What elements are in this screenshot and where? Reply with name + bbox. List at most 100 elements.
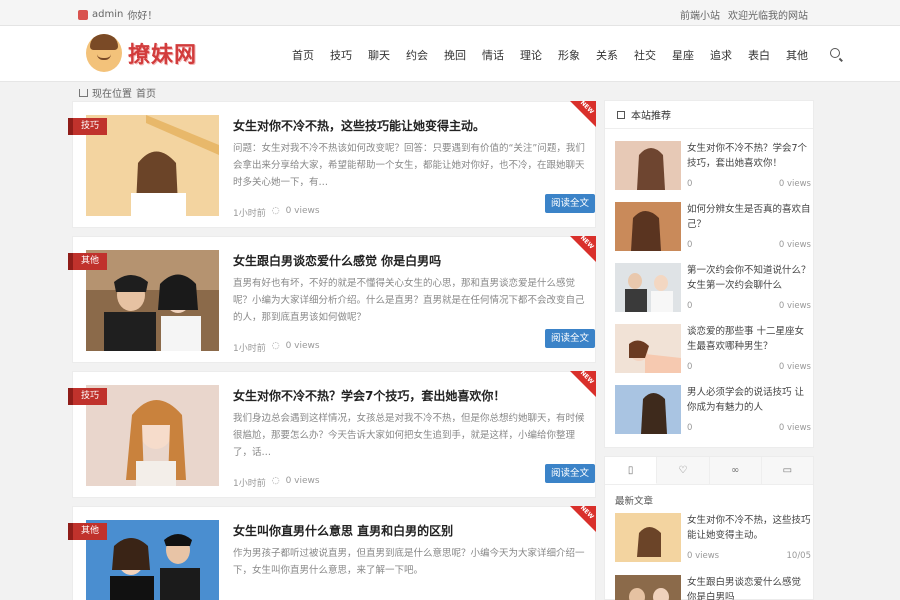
side-item-views: 0 views: [778, 179, 811, 189]
tab-random[interactable]: ∞: [709, 457, 762, 484]
like-count: 0: [687, 240, 693, 250]
list-item[interactable]: 女生对你不冷不热，这些技巧能让她变得主动。 0 views 10/05: [615, 513, 811, 565]
side-thumbnail[interactable]: [615, 513, 681, 562]
nav-item-tips[interactable]: 技巧: [330, 47, 352, 63]
list-item[interactable]: 女生跟白男谈恋爱什么感觉 你是白男吗: [615, 575, 810, 600]
like-count: 0: [687, 301, 693, 311]
side-thumbnail[interactable]: [615, 202, 681, 251]
article-time: 1小时前: [233, 479, 266, 489]
top-links: 前端小站 欢迎光临我的网站: [680, 7, 808, 22]
eye-icon: ◌: [271, 476, 280, 486]
category-tag[interactable]: 其他: [67, 523, 108, 540]
nav-item-lovewords[interactable]: 情话: [482, 47, 504, 63]
category-tag[interactable]: 技巧: [67, 118, 108, 135]
site-name: 撩妹网: [128, 43, 198, 68]
greeting-text: 你好！: [127, 11, 158, 22]
nav-item-pursue[interactable]: 追求: [710, 47, 732, 63]
read-more-button[interactable]: 阅读全文: [544, 194, 595, 213]
latest-label: 最新文章: [615, 496, 654, 507]
link-icon: ∞: [730, 465, 740, 476]
side-item-title[interactable]: 第一次约会你不知道说什么？女生第一次约会聊什么: [687, 263, 811, 293]
new-badge-text: NEW: [579, 99, 596, 116]
nav-item-confess[interactable]: 表白: [748, 47, 770, 63]
article-meta: 1小时前 ◌ 0 views: [233, 476, 320, 489]
side-item-meta: 0 views 10/05: [687, 551, 811, 561]
side-item-title[interactable]: 女生对你不冷不热，这些技巧能让她变得主动。: [687, 513, 811, 543]
nav-item-other[interactable]: 其他: [786, 47, 808, 63]
side-item-meta: 0 0 views: [687, 423, 811, 433]
list-item[interactable]: 女生对你不冷不热？学会7个技巧，套出她喜欢你！ 0 0 views: [615, 141, 811, 193]
main-nav: 首页 技巧 聊天 约会 挽回 情话 理论 形象 关系 社交 星座 追求 表白 其…: [292, 47, 856, 63]
nav-item-social[interactable]: 社交: [634, 47, 656, 63]
nav-item-recover[interactable]: 挽回: [444, 47, 466, 63]
category-tag[interactable]: 其他: [67, 253, 108, 270]
list-item[interactable]: 男人必须学会的说话技巧 让你成为有魅力的人 0 0 views: [615, 385, 811, 437]
side-thumbnail[interactable]: [615, 324, 681, 373]
sidebar-tabs: ▯ ♡ ∞ ▭: [605, 457, 813, 485]
nav-item-relation[interactable]: 关系: [596, 47, 618, 63]
top-link-1[interactable]: 前端小站: [680, 7, 720, 22]
comment-icon: ▭: [782, 465, 793, 476]
home-icon: [79, 88, 88, 97]
article-views: 0 views: [285, 476, 320, 486]
article-title[interactable]: 女生叫你直男什么意思 直男和白男的区别: [233, 522, 453, 539]
side-item-meta: 0 0 views: [687, 179, 811, 189]
side-item-title[interactable]: 谈恋爱的那些事 十二星座女生最喜欢哪种男生？: [687, 324, 811, 354]
nav-item-home[interactable]: 首页: [292, 47, 314, 63]
tab-popular[interactable]: ♡: [657, 457, 710, 484]
shield-icon: [78, 9, 88, 20]
side-item-title[interactable]: 男人必须学会的说话技巧 让你成为有魅力的人: [687, 385, 811, 415]
side-item-title[interactable]: 女生跟白男谈恋爱什么感觉 你是白男吗: [687, 575, 810, 600]
like-count: 0: [687, 179, 693, 189]
eye-icon: ◌: [271, 206, 280, 216]
top-link-2[interactable]: 欢迎光临我的网站: [728, 7, 808, 22]
article-excerpt: 直男有好也有坏，不好的就是不懂得关心女生的心思，那和直男谈恋爱是什么感觉呢？小编…: [233, 278, 585, 323]
category-tag[interactable]: 技巧: [67, 388, 108, 405]
tab-comments[interactable]: ▭: [761, 457, 813, 484]
article-title[interactable]: 女生对你不冷不热？学会7个技巧，套出她喜欢你！: [233, 387, 505, 404]
sidebar-title: 本站推荐: [631, 111, 671, 122]
breadcrumb-current[interactable]: 首页: [136, 85, 156, 100]
list-icon: [617, 110, 625, 119]
side-thumbnail[interactable]: [615, 263, 681, 312]
article-meta: 1小时前 ◌ 0 views: [233, 206, 320, 219]
side-item-date: 10/05: [786, 551, 812, 561]
article-excerpt: 我们身边总会遇到这样情况，女孩总是对我不冷不热，但是你总想约她聊天，有时候很尴尬…: [233, 413, 585, 458]
read-more-button[interactable]: 阅读全文: [544, 329, 595, 348]
side-item-views: 0 views: [778, 240, 811, 250]
new-badge-text: NEW: [579, 369, 596, 386]
article-title[interactable]: 女生跟白男谈恋爱什么感觉 你是白男吗: [233, 252, 441, 269]
read-more-button[interactable]: 阅读全文: [544, 464, 595, 483]
nav-item-image[interactable]: 形象: [558, 47, 580, 63]
search-icon[interactable]: [830, 48, 840, 58]
list-item[interactable]: 如何分辨女生是否真的喜欢自己？ 0 0 views: [615, 202, 811, 254]
top-bar: admin 你好！ 前端小站 欢迎光临我的网站: [0, 0, 900, 26]
article-title[interactable]: 女生对你不冷不热，这些技巧能让她变得主动。: [233, 117, 485, 134]
new-ribbon: NEW: [570, 369, 596, 397]
nav-item-date[interactable]: 约会: [406, 47, 428, 63]
site-logo[interactable]: 撩妹网: [86, 34, 197, 72]
breadcrumb: 现在位置 首页: [79, 85, 156, 100]
new-ribbon: NEW: [570, 234, 596, 262]
article-views: 0 views: [285, 341, 320, 351]
article-time: 1小时前: [233, 344, 266, 354]
new-ribbon: NEW: [570, 99, 596, 127]
side-thumbnail[interactable]: [615, 141, 681, 190]
side-item-title[interactable]: 女生对你不冷不热？学会7个技巧，套出她喜欢你！: [687, 141, 811, 171]
side-item-views: 0 views: [778, 301, 811, 311]
list-item[interactable]: 第一次约会你不知道说什么？女生第一次约会聊什么 0 0 views: [615, 263, 811, 315]
side-item-views: 0 views: [687, 551, 720, 561]
username-link[interactable]: admin: [92, 9, 123, 20]
sidebar-tabbed: ▯ ♡ ∞ ▭ 最新文章 女生对你不冷不热，这些技巧能让她变得主动。 0 vie…: [604, 456, 814, 600]
nav-item-chat[interactable]: 聊天: [368, 47, 390, 63]
nav-item-theory[interactable]: 理论: [520, 47, 542, 63]
list-item[interactable]: 谈恋爱的那些事 十二星座女生最喜欢哪种男生？ 0 0 views: [615, 324, 811, 376]
side-thumbnail[interactable]: [615, 385, 681, 434]
side-thumbnail[interactable]: [615, 575, 681, 600]
article-card: 其他 女生叫你直男什么意思 直男和白男的区别 作为男孩子都听过被说直男，但直男到…: [67, 504, 596, 600]
tab-latest[interactable]: ▯: [605, 457, 658, 484]
side-item-views: 0 views: [778, 423, 811, 433]
side-item-title[interactable]: 如何分辨女生是否真的喜欢自己？: [687, 202, 811, 232]
nav-item-zodiac[interactable]: 星座: [672, 47, 694, 63]
side-item-views: 0 views: [778, 362, 811, 372]
